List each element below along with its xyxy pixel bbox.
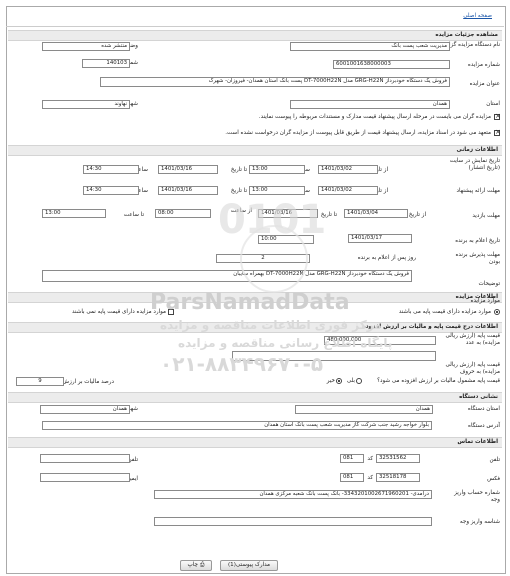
- fax-code-field[interactable]: 081: [340, 473, 364, 482]
- phone-label: تلفن: [489, 457, 501, 463]
- number-label: شماره مزایده: [467, 62, 500, 68]
- visit-date-label: تاریخ نمایش در سایت (تاریخ انتشار): [449, 158, 500, 171]
- account-field[interactable]: درآمدی- 3343201002671960201- بانک پست با…: [154, 490, 432, 499]
- phone-code-label: کد: [367, 456, 373, 462]
- attachments-button[interactable]: مدارک پیوستی(1): [220, 560, 278, 571]
- phone-field[interactable]: 32531562: [376, 454, 420, 463]
- title-label: عنوان مزایده: [469, 81, 500, 87]
- printer-icon: ⎙: [199, 562, 205, 568]
- payment-id-label: شناسه واریز وجه: [459, 519, 500, 525]
- offer-to-label: تا تاریخ: [230, 188, 247, 194]
- section-header-auction: اطلاعات مزایده: [8, 292, 502, 303]
- payment-id-field[interactable]: [154, 517, 432, 526]
- org-province-field[interactable]: همدان: [295, 405, 433, 414]
- vat-no-label: خیر: [326, 378, 335, 384]
- accept-label: مهلت پذیرش برنده بودن: [455, 252, 500, 265]
- title-field[interactable]: فروش یک دستگاه خودبرداز GRG-H22N مدل DT-…: [100, 77, 450, 87]
- visit-from-date-field[interactable]: 1401/03/02: [318, 165, 378, 174]
- accept-days-field[interactable]: 2: [216, 254, 310, 263]
- city-field[interactable]: نهاوند: [42, 100, 130, 109]
- section-header-address: نشانی دستگاه: [8, 392, 502, 403]
- inspect-from-hour-label: از ساعت: [230, 208, 252, 214]
- accept-days-suffix: روز پس از اعلام به برنده: [357, 255, 416, 261]
- number-field[interactable]: 6001001638000003: [333, 60, 450, 69]
- top-bar: صفحه اصلی: [6, 6, 504, 27]
- vat-percent-field[interactable]: 9: [16, 377, 64, 386]
- base-price-number-label: قیمت پایه (ارزش ریالی مزایده) به عدد: [445, 333, 500, 346]
- vat-yes-label: بلی: [346, 378, 355, 384]
- no-base-price-label: موارد مزایده دارای قیمت پایه نمی باشند: [72, 309, 166, 315]
- offer-to-time-field[interactable]: 14:30: [83, 186, 139, 195]
- vat-no-radio[interactable]: [336, 378, 342, 384]
- phone-code-field[interactable]: 081: [340, 454, 364, 463]
- print-button[interactable]: چاپ ⎙: [180, 560, 212, 571]
- fax-label: فکس: [487, 476, 500, 482]
- province-label: استان: [486, 101, 500, 107]
- fax-code-label: کد: [367, 475, 373, 481]
- mobile-field[interactable]: [40, 454, 130, 463]
- announce-time-field[interactable]: 10:00: [258, 235, 314, 244]
- section-header-contact: اطلاعات تماس: [8, 437, 502, 448]
- org-city-field[interactable]: همدان: [40, 405, 130, 414]
- inspect-to-time-field[interactable]: 13:00: [42, 209, 106, 218]
- description-field[interactable]: فروش یک دستگاه خودبرداز GRG-H22N مدل DT-…: [42, 270, 412, 282]
- inspect-from-date-field[interactable]: 1401/03/04: [344, 209, 408, 218]
- base-price-text-field[interactable]: [232, 351, 436, 361]
- visit-to-time-field[interactable]: 14:30: [83, 165, 139, 174]
- announce-date-field[interactable]: 1401/03/17: [348, 234, 412, 243]
- print-label: چاپ: [187, 562, 198, 568]
- visit-from-time-field[interactable]: 13:00: [249, 165, 305, 174]
- visit-to-label: تا تاریخ: [230, 167, 247, 173]
- inspect-to-hour-label: تا ساعت: [123, 212, 144, 218]
- base-price-text-label: قیمت پایه (ارزش ریالی مزایده) به حروف: [445, 362, 500, 375]
- vat-yes-radio[interactable]: [356, 378, 362, 384]
- note2-checkbox[interactable]: [494, 129, 501, 136]
- home-link[interactable]: صفحه اصلی: [463, 13, 492, 19]
- has-base-price-label: موارد مزایده دارای قیمت پایه می باشند: [398, 309, 491, 315]
- vat-question-label: قیمت پایه مشمول مالیات بر ارزش افزوده می…: [377, 378, 500, 384]
- account-label: شماره حساب واریز وجه: [454, 490, 500, 503]
- inspect-from-label: از تاریخ: [408, 212, 426, 218]
- note2-text: متعهد می شود در اسناد مزایده، ارسال پیشن…: [225, 130, 491, 136]
- inspect-label: مهلت بازدید: [472, 213, 500, 219]
- visit-to-date-field[interactable]: 1401/03/16: [158, 165, 218, 174]
- org-address-label: آدرس دستگاه: [468, 423, 500, 429]
- description-label: توضیحات: [478, 281, 500, 287]
- fax-field[interactable]: 32518178: [376, 473, 420, 482]
- offer-from-date-field[interactable]: 1401/03/02: [318, 186, 378, 195]
- inspect-to-label: تا تاریخ: [320, 212, 337, 218]
- offer-from-time-field[interactable]: 13:00: [249, 186, 305, 195]
- inspect-from-time-field[interactable]: 08:00: [155, 209, 211, 218]
- section-header-price: اطلاعات درج قیمت پایه و مالیات بر ارزش ا…: [8, 322, 502, 333]
- org-field[interactable]: مدیریت شعب پست بانک: [290, 42, 450, 51]
- page-frame: [6, 6, 506, 574]
- announce-label: تاریخ اعلام به برنده: [455, 238, 500, 244]
- org-label: نام دستگاه مزایده گزار: [446, 42, 500, 48]
- base-price-number-field[interactable]: 480,000,000: [324, 336, 436, 345]
- note1-text: مزایده گران می بایست در مرحله ارسال پیشن…: [258, 114, 491, 120]
- section-header-time: اطلاعات زمانی: [8, 145, 502, 156]
- auction-type-label: موارد مزایده: [470, 298, 500, 304]
- ref-field[interactable]: 140103: [82, 59, 130, 68]
- note1-checkbox[interactable]: [494, 113, 501, 120]
- org-province-label: استان دستگاه: [467, 406, 500, 412]
- status-field[interactable]: منتشر شده: [42, 42, 130, 51]
- offer-label: مهلت ارائه پیشنهاد: [456, 188, 500, 194]
- inspect-to-date-field[interactable]: 1401/03/16: [258, 209, 318, 218]
- province-field[interactable]: همدان: [290, 100, 450, 109]
- offer-to-date-field[interactable]: 1401/03/16: [158, 186, 218, 195]
- org-address-field[interactable]: بلوار خواجه رشید جنب شرکت گاز مدیریت شعب…: [42, 421, 432, 430]
- no-base-price-checkbox[interactable]: [168, 309, 174, 315]
- email-field[interactable]: [40, 473, 130, 482]
- has-base-price-radio[interactable]: [494, 309, 500, 315]
- section-header-details: مشاهده جزئیات مزایده: [8, 30, 502, 41]
